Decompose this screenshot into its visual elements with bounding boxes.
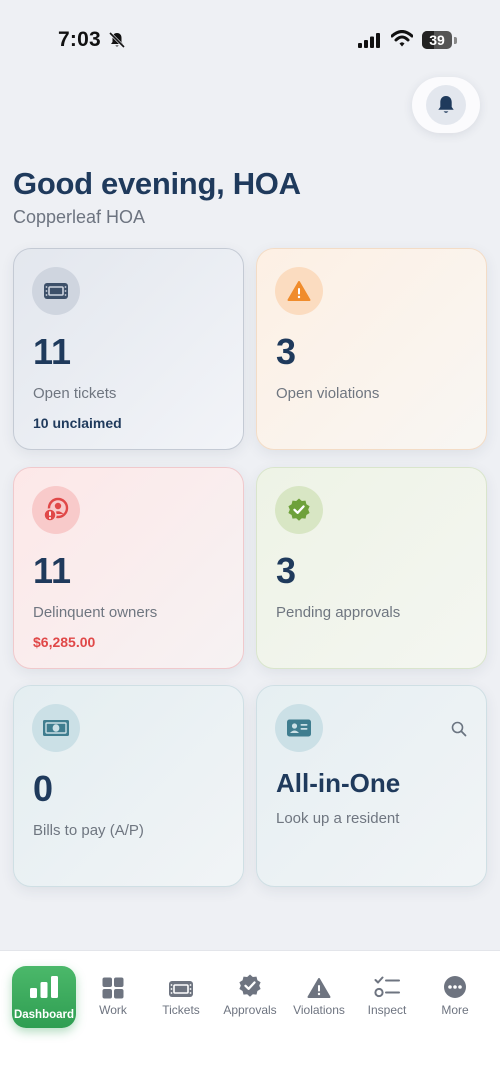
open-violations-card[interactable]: 3 Open violations [256, 248, 487, 450]
bills-to-pay-count: 0 [33, 768, 54, 809]
battery-percent: 39 [429, 32, 445, 48]
notifications-button[interactable] [412, 77, 480, 133]
warning-icon [275, 267, 323, 315]
bills-to-pay-label: Bills to pay (A/P) [33, 822, 144, 839]
badge-check-icon [237, 969, 263, 999]
user-alert-icon [32, 486, 80, 534]
tab-label: Inspect [367, 1003, 407, 1017]
tab-label: Violations [293, 1003, 345, 1017]
tab-label: Tickets [162, 1003, 200, 1017]
more-icon [443, 969, 467, 999]
battery-icon: 39 [422, 31, 452, 49]
battery-tip [454, 37, 457, 44]
delinquent-owners-label: Delinquent owners [33, 604, 158, 621]
all-in-one-card[interactable]: All-in-One Look up a resident [256, 685, 487, 887]
open-violations-label: Open violations [276, 385, 380, 402]
search-icon[interactable] [451, 721, 467, 742]
tab-dashboard[interactable]: Dashboard [12, 966, 76, 1028]
pending-approvals-count: 3 [276, 550, 297, 591]
checklist-icon [374, 969, 400, 999]
tab-label: Work [99, 1003, 127, 1017]
cash-icon [32, 704, 80, 752]
page-title: Good evening, HOA [13, 166, 301, 201]
pending-approvals-card[interactable]: 3 Pending approvals [256, 467, 487, 669]
delinquent-amount: $6,285.00 [33, 634, 96, 650]
delinquent-owners-card[interactable]: 11 Delinquent owners $6,285.00 [13, 467, 244, 669]
bills-to-pay-card[interactable]: 0 Bills to pay (A/P) [13, 685, 244, 887]
ticket-icon [32, 267, 80, 315]
tab-inspect[interactable]: Inspect [353, 969, 421, 1031]
signal-icon [358, 33, 382, 53]
tab-approvals[interactable]: Approvals [216, 969, 284, 1031]
wifi-icon [390, 30, 414, 53]
tab-label: Approvals [223, 1003, 277, 1017]
tab-violations[interactable]: Violations [285, 969, 353, 1031]
org-name: Copperleaf HOA [13, 207, 146, 227]
open-violations-count: 3 [276, 331, 297, 372]
bar-chart-icon [29, 976, 59, 1003]
open-tickets-label: Open tickets [33, 385, 117, 402]
tab-label: More [441, 1003, 469, 1017]
ticket-icon [168, 969, 194, 999]
tab-work[interactable]: Work [79, 969, 147, 1031]
all-in-one-title: All-in-One [276, 768, 401, 798]
bell-slash-icon [108, 31, 126, 54]
grid-icon [102, 969, 124, 999]
tab-label: Dashboard [13, 1009, 75, 1021]
status-time: 7:03 [58, 28, 101, 51]
status-bar: 7:03 39 [0, 0, 500, 80]
warning-icon [307, 969, 331, 999]
tab-more[interactable]: More [421, 969, 489, 1031]
delinquent-owners-count: 11 [33, 550, 72, 591]
bell-icon [426, 85, 466, 125]
pending-approvals-label: Pending approvals [276, 604, 401, 621]
unclaimed-tickets: 10 unclaimed [33, 415, 122, 431]
open-tickets-card[interactable]: 11 Open tickets 10 unclaimed [13, 248, 244, 450]
all-in-one-label: Look up a resident [276, 810, 400, 827]
id-card-icon [275, 704, 323, 752]
badge-check-icon [275, 486, 323, 534]
tab-tickets[interactable]: Tickets [147, 969, 215, 1031]
open-tickets-count: 11 [33, 331, 72, 372]
